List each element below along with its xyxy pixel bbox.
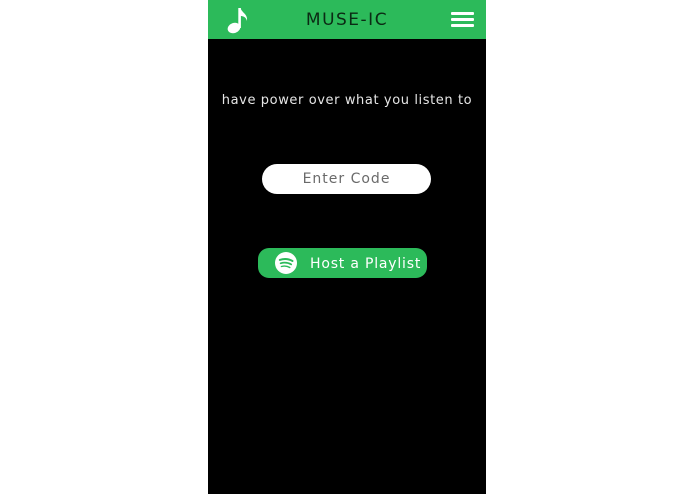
host-playlist-button[interactable]: Host a Playlist [258, 248, 427, 278]
hamburger-menu-button[interactable] [451, 11, 475, 29]
tagline: have power over what you listen to [221, 93, 473, 108]
app-header: MUSE-IC [208, 0, 486, 39]
app-screen: MUSE-IC have power over what you listen … [208, 0, 486, 494]
spotify-icon [275, 252, 297, 274]
hamburger-menu-icon [451, 12, 474, 15]
host-playlist-label: Host a Playlist [310, 256, 422, 272]
enter-code-input[interactable] [262, 164, 431, 194]
app-title: MUSE-IC [305, 10, 389, 30]
